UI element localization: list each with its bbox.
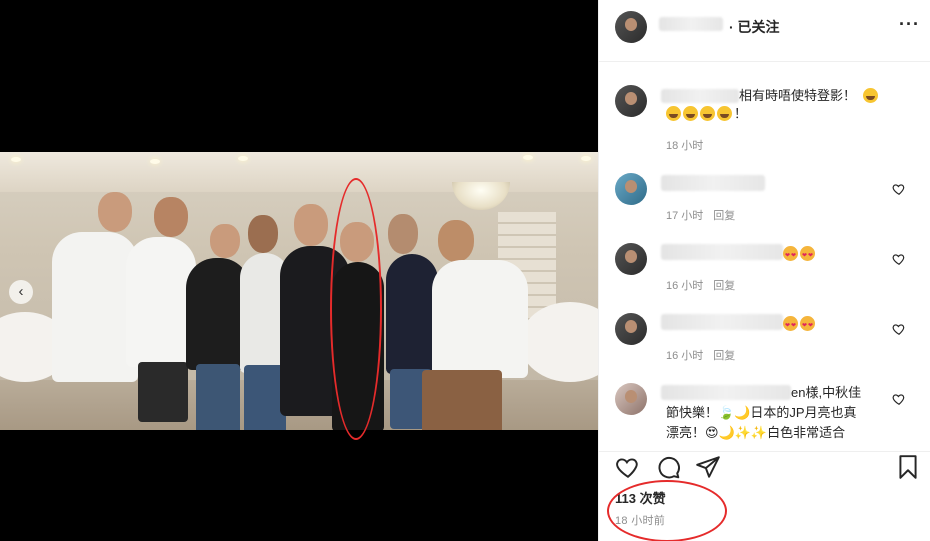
comment-text: 相有時唔使特登影！ xyxy=(739,88,857,103)
comment-meta: 16 小时 回复 xyxy=(666,347,735,363)
ceiling-light xyxy=(150,159,160,164)
follow-status[interactable]: · 已关注 xyxy=(729,17,780,37)
heart-icon[interactable] xyxy=(892,322,906,336)
ceiling-light xyxy=(238,156,248,161)
comment-redacted xyxy=(661,175,765,191)
comments-list: 相有時唔使特登影！ ！ 18 小时 17 小时回复 16 小时回复 xyxy=(599,63,930,451)
ceiling-light xyxy=(523,155,533,160)
comment-icon[interactable] xyxy=(655,454,681,480)
comment-text: 節快樂！🍃🌙日本的JP月亮也真 xyxy=(666,405,857,420)
avatar[interactable] xyxy=(615,11,647,43)
avatar[interactable] xyxy=(615,173,647,205)
reply-button[interactable]: 回复 xyxy=(713,210,735,222)
comment-redacted xyxy=(661,244,783,260)
comment-meta: 17 小时 回复 xyxy=(666,207,735,223)
exclamation: ！ xyxy=(734,106,748,121)
avatar[interactable] xyxy=(615,85,647,117)
red-annotation-circle xyxy=(330,178,382,440)
share-icon[interactable] xyxy=(695,454,721,480)
reply-button[interactable]: 回复 xyxy=(713,350,735,362)
heart-icon[interactable] xyxy=(892,392,906,406)
comment-meta: 16 小时 回复 xyxy=(666,277,735,293)
avatar[interactable] xyxy=(615,313,647,345)
post-side-panel: · 已关注 ··· 相有時唔使特登影！ ！ 18 小时 17 小时 回复 ❤ ❤… xyxy=(598,0,930,541)
post-header: · 已关注 ··· xyxy=(599,0,930,62)
username-redacted[interactable] xyxy=(661,385,791,400)
comment-time: 16 小时 xyxy=(666,350,704,362)
comment-text: 漂亮！😍🌙✨✨白色非常适合 xyxy=(666,425,846,440)
heart-icon[interactable] xyxy=(892,252,906,266)
comment-emojis xyxy=(783,245,817,265)
avatar[interactable] xyxy=(615,383,647,415)
username-redacted[interactable] xyxy=(661,89,739,103)
comment-redacted xyxy=(661,314,783,330)
comment-time: 17 小时 xyxy=(666,210,704,222)
comment-time: 18 小时 xyxy=(666,140,704,152)
heart-icon[interactable] xyxy=(615,454,641,480)
chandelier xyxy=(452,182,510,210)
chevron-left-icon[interactable]: ‹ xyxy=(9,280,33,304)
red-annotation-circle xyxy=(607,480,727,541)
bookmark-icon[interactable] xyxy=(895,454,921,480)
heart-icon[interactable] xyxy=(892,182,906,196)
more-icon[interactable]: ··· xyxy=(899,14,920,35)
ceiling-light xyxy=(581,156,591,161)
reply-button[interactable]: 回复 xyxy=(713,280,735,292)
comment-emojis xyxy=(783,315,817,335)
comment-text: en様,中秋佳 xyxy=(791,385,862,400)
username-redacted[interactable] xyxy=(659,17,723,31)
ceiling-light xyxy=(11,157,21,162)
post-actions: 113 次赞 18 小时前 xyxy=(599,451,930,541)
laugh-emoji-icon xyxy=(863,87,880,104)
avatar[interactable] xyxy=(615,243,647,275)
comment-time: 16 小时 xyxy=(666,280,704,292)
post-media: ‹ xyxy=(0,0,598,541)
post-photo xyxy=(0,152,598,430)
comment-emojis: ！ xyxy=(666,105,747,122)
